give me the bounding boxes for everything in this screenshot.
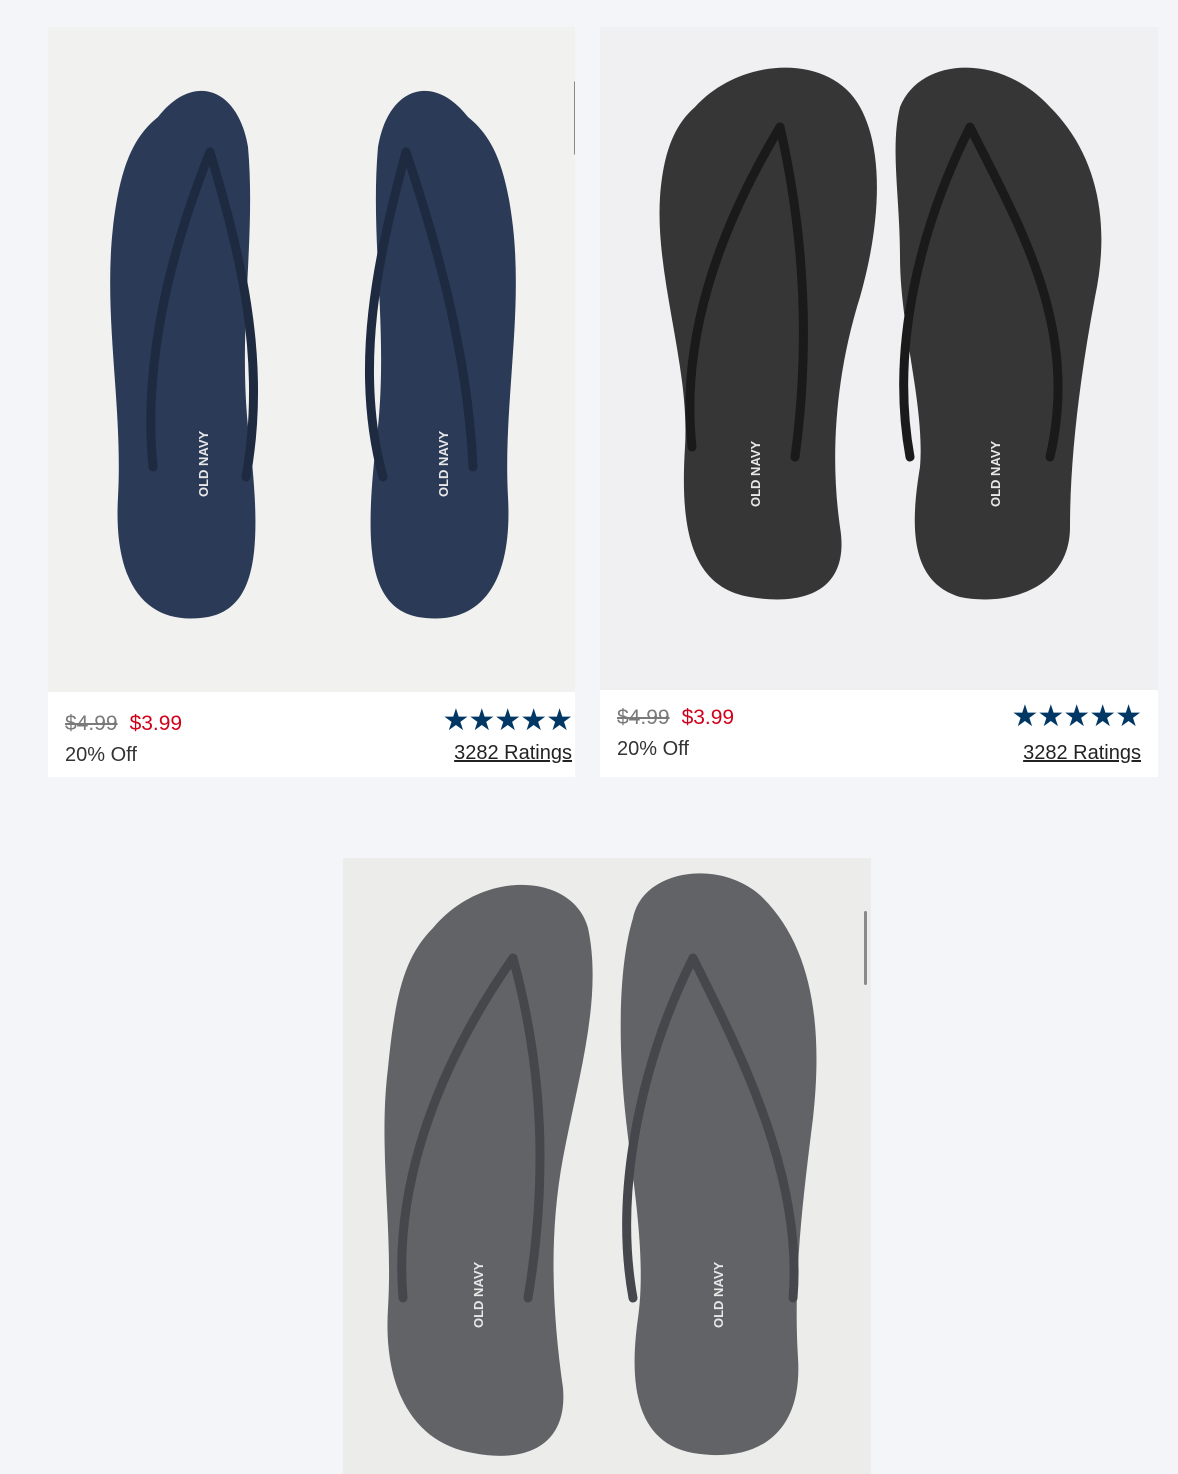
discount-label: 20% Off bbox=[65, 744, 137, 766]
price-row: $4.99 $3.99 bbox=[65, 712, 182, 736]
brand-logo-text: OLD NAVY bbox=[436, 430, 451, 497]
star-icons: ★★★★★ bbox=[442, 704, 573, 737]
flip-flop-pair-image: OLD NAVY OLD NAVY bbox=[384, 873, 817, 1456]
left-sandal: OLD NAVY bbox=[384, 884, 593, 1456]
right-sandal: OLD NAVY bbox=[895, 67, 1102, 600]
star-icons: ★★★★★ bbox=[1011, 700, 1142, 733]
product-image-black[interactable]: OLD NAVY OLD NAVY bbox=[600, 27, 1158, 690]
right-sandal: OLD NAVY bbox=[620, 873, 817, 1456]
product-image-gray[interactable]: OLD NAVY OLD NAVY bbox=[343, 858, 871, 1474]
right-sandal: OLD NAVY bbox=[364, 90, 516, 619]
product-card-navy[interactable]: OLD NAVY OLD NAVY $4.99 $3.99 20% Off ★★★… bbox=[48, 27, 575, 777]
sale-price: $3.99 bbox=[129, 712, 183, 735]
product-card-gray[interactable]: OLD NAVY OLD NAVY bbox=[343, 858, 871, 1474]
sale-price: $3.99 bbox=[681, 706, 735, 729]
ratings-link[interactable]: 3282 Ratings bbox=[1023, 742, 1141, 765]
product-image-navy[interactable]: OLD NAVY OLD NAVY bbox=[48, 27, 575, 692]
brand-logo-text: OLD NAVY bbox=[471, 1261, 486, 1328]
brand-logo-text: OLD NAVY bbox=[748, 440, 763, 507]
left-sandal: OLD NAVY bbox=[659, 67, 877, 600]
original-price: $4.99 bbox=[617, 706, 670, 729]
brand-logo-text: OLD NAVY bbox=[196, 430, 211, 497]
product-info: $4.99 $3.99 20% Off ★★★★★ 3282 Ratings bbox=[600, 690, 1158, 777]
brand-logo-text: OLD NAVY bbox=[711, 1261, 726, 1328]
left-sandal: OLD NAVY bbox=[110, 90, 259, 619]
image-scroll-indicator[interactable] bbox=[864, 911, 867, 985]
product-info: $4.99 $3.99 20% Off ★★★★★ 3282 Ratings bbox=[48, 692, 575, 777]
original-price: $4.99 bbox=[65, 712, 118, 735]
rating-stars: ★★★★★ bbox=[1011, 700, 1142, 733]
image-scroll-indicator[interactable] bbox=[574, 81, 575, 155]
brand-logo-text: OLD NAVY bbox=[988, 440, 1003, 507]
price-row: $4.99 $3.99 bbox=[617, 706, 734, 730]
product-card-black[interactable]: OLD NAVY OLD NAVY $4.99 $3.99 20% Off ★★★… bbox=[600, 27, 1158, 777]
ratings-link[interactable]: 3282 Ratings bbox=[454, 742, 572, 765]
flip-flop-pair-image: OLD NAVY OLD NAVY bbox=[110, 90, 516, 619]
rating-stars: ★★★★★ bbox=[442, 704, 573, 737]
flip-flop-pair-image: OLD NAVY OLD NAVY bbox=[659, 67, 1102, 600]
discount-label: 20% Off bbox=[617, 738, 689, 760]
